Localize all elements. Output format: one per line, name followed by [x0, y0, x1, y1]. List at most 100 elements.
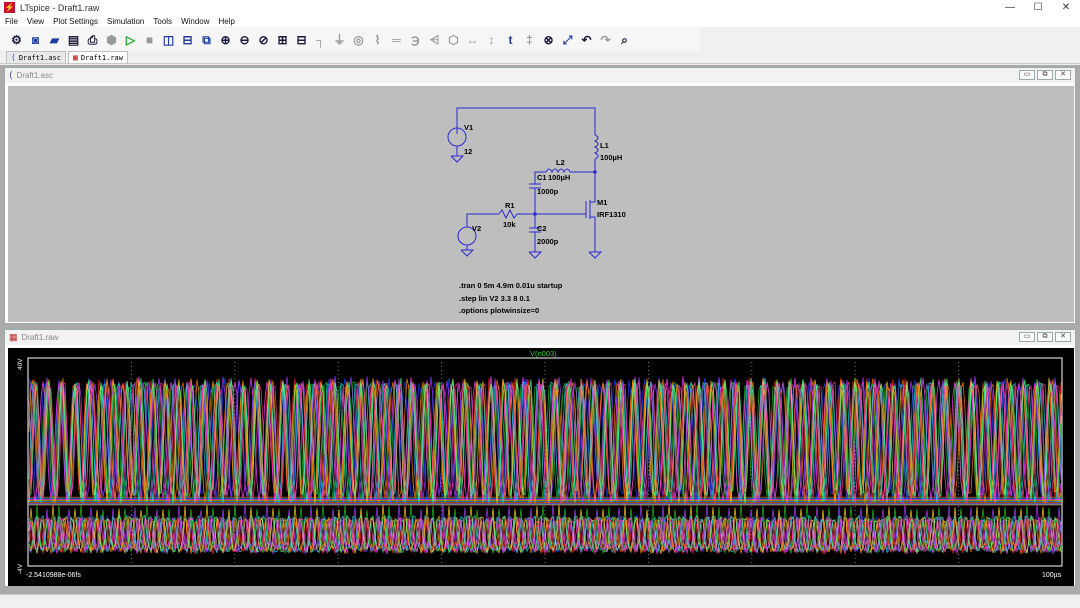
ground-icon: ⏚: [333, 32, 346, 47]
waveform-window-title: Draft1.raw: [21, 333, 59, 342]
zoom-in-button[interactable]: ⊕: [217, 31, 234, 48]
label-net-button[interactable]: ◎: [350, 31, 367, 48]
mdi-workspace: ⟨ Draft1.asc ▭ ⧉ ✕ V1 12 L1 100µH L2 100…: [0, 65, 1080, 605]
resistor-icon: ⌇: [374, 32, 381, 47]
ground-button[interactable]: ⏚: [331, 31, 348, 48]
plot-traces: [28, 376, 1062, 556]
waveform-window-titlebar: ▦ Draft1.raw ▭ ⧉ ✕: [5, 330, 1075, 345]
c1-label: C1: [537, 173, 547, 182]
waveform-restore-button[interactable]: ⧉: [1037, 332, 1053, 342]
capacitor-button[interactable]: ═: [388, 31, 405, 48]
zoom-out-button[interactable]: ⊖: [236, 31, 253, 48]
menu-file[interactable]: File: [0, 17, 22, 26]
tab-draft1-asc[interactable]: ⟨ Draft1.asc: [6, 51, 66, 63]
spice-directive-step[interactable]: .step lin V2 3.3 8 0.1: [459, 294, 530, 303]
schematic-window-title: Draft1.asc: [16, 71, 53, 80]
r1-symbol: [498, 208, 518, 220]
window-controls: — ☐ ✕: [996, 0, 1080, 15]
c1-value: 1000p: [537, 187, 559, 196]
v1-label: V1: [464, 123, 473, 132]
waveform-plot-area[interactable]: V(n003) 40V -4V -2.5410988e-06fs 100µs: [8, 348, 1074, 586]
duplicate-icon: ⤢: [562, 32, 573, 47]
schematic-minimize-button[interactable]: ▭: [1019, 70, 1035, 80]
print-icon: ⎙: [87, 32, 98, 47]
run-button[interactable]: ▷: [122, 31, 139, 48]
cascade-button[interactable]: ⧉: [198, 31, 215, 48]
menu-plot-settings[interactable]: Plot Settings: [48, 17, 102, 26]
diode-button[interactable]: ⩤: [426, 31, 443, 48]
schematic-restore-button[interactable]: ⧉: [1037, 70, 1053, 80]
ground-icon: [588, 251, 603, 259]
tab-label: Draft1.asc: [18, 53, 61, 62]
y-axis-top-label: 40V: [17, 358, 24, 370]
drag-button[interactable]: ↕: [483, 31, 500, 48]
l2-label: L2: [556, 158, 565, 167]
schematic-close-button[interactable]: ✕: [1055, 70, 1071, 80]
title-bar: ⚡ LTspice - Draft1.raw — ☐ ✕: [0, 0, 1080, 15]
delete-icon: ⊗: [543, 32, 554, 47]
new-schematic-button[interactable]: ◙: [27, 31, 44, 48]
inductor-button[interactable]: ℈: [407, 31, 424, 48]
find-button[interactable]: ⌕: [616, 31, 633, 48]
tab-draft1-raw[interactable]: ▦ Draft1.raw: [67, 51, 128, 63]
menu-tools[interactable]: Tools: [148, 17, 176, 26]
schematic-drawing: V1 12 L1 100µH L2 100µH C1 1000p R1 10k …: [447, 107, 626, 315]
schematic-window-titlebar: ⟨ Draft1.asc ▭ ⧉ ✕: [5, 68, 1075, 83]
tile-horizontal-button[interactable]: ⊟: [179, 31, 196, 48]
spice-directive-options[interactable]: .options plotwinsize=0: [459, 306, 539, 315]
component-button[interactable]: ⬡: [445, 31, 462, 48]
waveform-minimize-button[interactable]: ▭: [1019, 332, 1035, 342]
menu-window[interactable]: Window: [176, 17, 213, 26]
spice-directive-icon: ‡: [526, 32, 533, 47]
r1-value: 10k: [503, 220, 516, 229]
tile-horizontal-icon: ⊟: [182, 32, 193, 47]
l1-value: 100µH: [600, 153, 622, 162]
c2-value: 2000p: [537, 237, 559, 246]
spice-directive-tran[interactable]: .tran 0 5m 4.9m 0.01u startup: [459, 281, 563, 290]
schematic-canvas[interactable]: V1 12 L1 100µH L2 100µH C1 1000p R1 10k …: [8, 86, 1074, 322]
fft-icon: ⊟: [296, 32, 307, 47]
duplicate-button[interactable]: ⤢: [559, 31, 576, 48]
zoom-fit-button[interactable]: ⊘: [255, 31, 272, 48]
c2-label: C2: [537, 224, 547, 233]
waveform-plot: V(n003) 40V -4V -2.5410988e-06fs 100µs: [17, 349, 1063, 579]
undo-button[interactable]: ↶: [578, 31, 595, 48]
waveform-close-button[interactable]: ✕: [1055, 332, 1071, 342]
tile-vertical-button[interactable]: ◫: [160, 31, 177, 48]
resistor-button[interactable]: ⌇: [369, 31, 386, 48]
halt-icon: ⬢: [106, 32, 117, 47]
minimize-button[interactable]: —: [996, 0, 1024, 15]
text-button[interactable]: t: [502, 31, 519, 48]
wire-icon: ┐: [316, 32, 325, 47]
l2-value: 100µH: [548, 173, 570, 182]
print-button[interactable]: ⎙: [84, 31, 101, 48]
maximize-button[interactable]: ☐: [1024, 0, 1052, 15]
stop-button[interactable]: ■: [141, 31, 158, 48]
toolbar: ⚙ ◙ ▰ ▤ ⎙ ⬢ ▷ ■ ◫ ⊟ ⧉ ⊕ ⊖ ⊘ ⊞ ⊟ ┐ ⏚ ◎ ⌇ ═ ℈ ⩤ ⬡ ↔ ↕ t ‡ ⊗ ⤢ ↶ ↷ ⌕: [0, 28, 700, 51]
gear-button[interactable]: ⚙: [8, 31, 25, 48]
open-folder-button[interactable]: ▰: [46, 31, 63, 48]
ground-icon: [460, 249, 475, 257]
y-axis-bottom-label: -4V: [17, 563, 24, 574]
spice-directive-button[interactable]: ‡: [521, 31, 538, 48]
stop-icon: ■: [145, 32, 154, 47]
halt-button[interactable]: ⬢: [103, 31, 120, 48]
move-button[interactable]: ↔: [464, 31, 481, 48]
wire-button[interactable]: ┐: [312, 31, 329, 48]
trace-label[interactable]: V(n003): [530, 349, 557, 358]
capacitor-icon: ═: [392, 32, 401, 47]
label-net-icon: ◎: [353, 32, 364, 47]
waveform-window: ▦ Draft1.raw ▭ ⧉ ✕ V(n003) 40V -4V -2.54…: [4, 329, 1076, 587]
delete-button[interactable]: ⊗: [540, 31, 557, 48]
waveform-window-controls: ▭ ⧉ ✕: [1017, 332, 1071, 342]
menu-view[interactable]: View: [22, 17, 48, 26]
close-window-button[interactable]: ✕: [1052, 0, 1080, 15]
save-button[interactable]: ▤: [65, 31, 82, 48]
menu-simulation[interactable]: Simulation: [102, 17, 148, 26]
menu-help[interactable]: Help: [214, 17, 239, 26]
autorange-button[interactable]: ⊞: [274, 31, 291, 48]
redo-button[interactable]: ↷: [597, 31, 614, 48]
fft-button[interactable]: ⊟: [293, 31, 310, 48]
ground-icon: [528, 251, 543, 259]
wire: [456, 107, 596, 135]
